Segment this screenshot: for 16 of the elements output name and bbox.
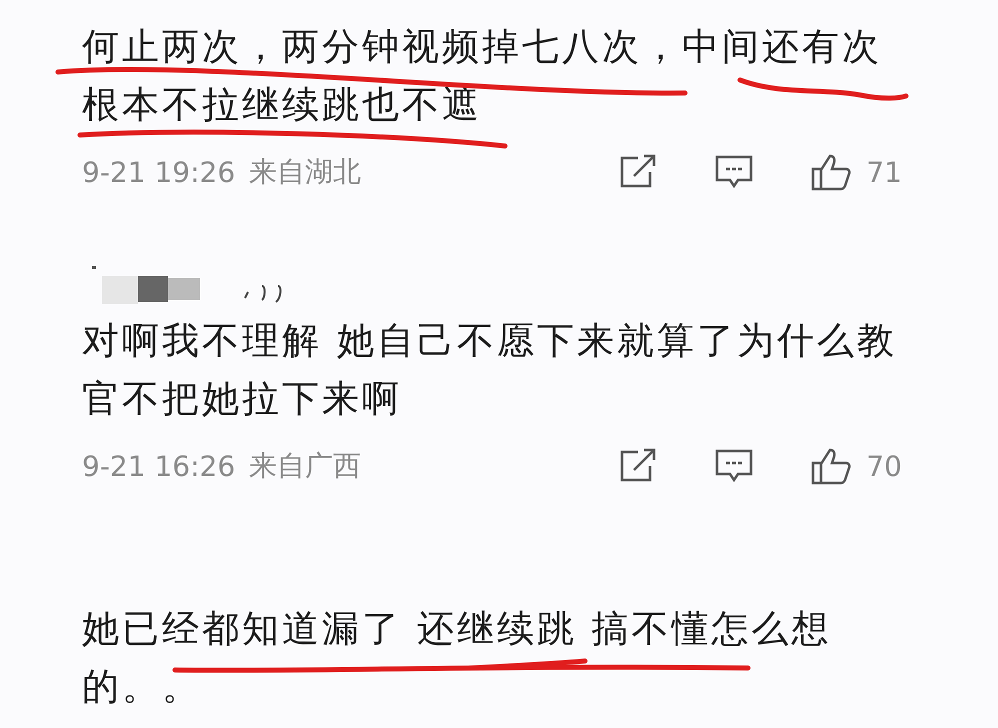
comment-icon[interactable] — [714, 448, 754, 484]
comment-time: 9-21 16:26 — [82, 450, 236, 482]
like-count: 70 — [866, 450, 902, 482]
comment-text: 何止两次，两分钟视频掉七八次，中间还有次 — [82, 24, 882, 70]
comment-time: 9-21 19:26 — [82, 156, 236, 188]
comment-location: 来自湖北 — [249, 154, 362, 190]
comment-icon[interactable] — [714, 154, 754, 190]
share-icon[interactable] — [618, 154, 658, 190]
comment-text: 根本不拉继续跳也不遮 — [82, 82, 482, 128]
comment-text: 的。。 — [82, 664, 202, 710]
comment-text: 她已经都知道漏了 还继续跳 搞不懂怎么想 — [82, 606, 832, 652]
comment-location: 来自广西 — [249, 448, 362, 484]
share-icon[interactable] — [618, 448, 658, 484]
comment-text: 官不把她拉下来啊 — [82, 376, 402, 422]
like-count: 71 — [866, 156, 902, 188]
comment-text: 对啊我不理解 她自己不愿下来就算了为什么教 — [82, 318, 897, 364]
